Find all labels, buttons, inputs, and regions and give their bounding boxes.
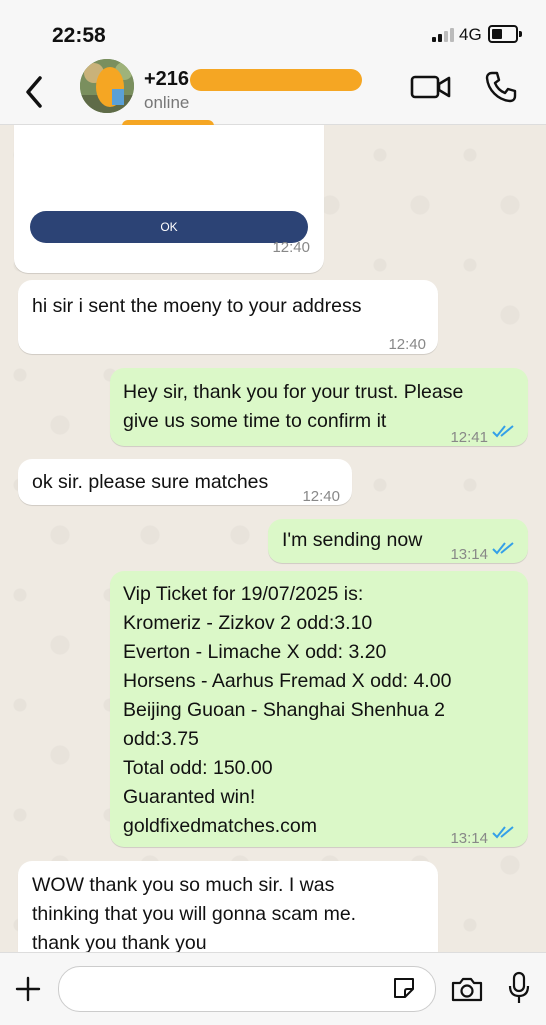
message-time: 13:27 (388, 943, 426, 952)
camera-icon[interactable] (450, 975, 484, 1003)
message-text: Hey sir, thank you for your trust. Pleas… (123, 381, 464, 403)
plus-icon[interactable] (14, 975, 42, 1003)
message-text: Everton - Limache X odd: 3.20 (123, 641, 387, 663)
double-check-icon (492, 425, 514, 438)
signal-icon (432, 28, 456, 42)
message-text: WOW thank you so much sir. I was (32, 874, 335, 896)
message-input[interactable] (58, 966, 436, 1012)
message-text: Kromeriz - Zizkov 2 odd:3.10 (123, 612, 373, 634)
message-bubble: ok sir. please sure matches 12:40 (18, 459, 352, 505)
redaction-mark (190, 69, 362, 91)
message-bubble: I'm sending now 13:14 (268, 519, 528, 563)
double-check-icon (492, 826, 514, 839)
message-text: odd:3.75 (123, 728, 199, 750)
chevron-left-icon[interactable] (20, 72, 48, 112)
contact-name[interactable]: +216 (144, 68, 189, 91)
message-bubble: WOW thank you so much sir. I was thinkin… (18, 861, 438, 952)
message-time: 13:14 (450, 546, 488, 563)
sticker-icon[interactable] (391, 975, 417, 1001)
chat-area[interactable]: OK 12:40 hi sir i sent the moeny to your… (0, 125, 546, 952)
message-text: Total odd: 150.00 (123, 757, 273, 779)
message-text: Horsens - Aarhus Fremad X odd: 4.00 (123, 670, 452, 692)
ok-button[interactable]: OK (30, 211, 308, 243)
composer-bar (0, 952, 546, 1025)
message-text: give us some time to confirm it (123, 410, 387, 432)
message-bubble: hi sir i sent the moeny to your address … (18, 280, 438, 354)
message-text: I'm sending now (282, 529, 423, 551)
message-text: Vip Ticket for 19/07/2025 is: (123, 583, 364, 605)
message-time: 12:40 (388, 336, 426, 353)
message-text: Guaranted win! (123, 786, 256, 808)
message-text: ok sir. please sure matches (32, 471, 269, 493)
message-time: 12:40 (302, 488, 340, 505)
message-time: 12:41 (450, 429, 488, 446)
phone-icon[interactable] (484, 70, 518, 104)
message-text: hi sir i sent the moeny to your address (32, 295, 362, 317)
message-text: thank you thank you (32, 932, 207, 952)
message-time: 13:14 (450, 830, 488, 847)
message-time: 12:40 (272, 239, 310, 256)
status-bar: 22:58 4G (0, 0, 546, 62)
message-bubble: OK 12:40 (14, 125, 324, 273)
chat-header: +216 online (0, 59, 546, 132)
network-type: 4G (459, 25, 482, 44)
message-text: goldfixedmatches.com (123, 815, 318, 837)
battery-icon (488, 25, 522, 43)
microphone-icon[interactable] (508, 971, 530, 1005)
presence-status: online (144, 93, 190, 112)
message-bubble: Vip Ticket for 19/07/2025 is: Kromeriz -… (110, 571, 528, 847)
video-camera-icon[interactable] (410, 72, 452, 102)
avatar[interactable] (80, 59, 134, 113)
message-text: Beijing Guoan - Shanghai Shenhua 2 (123, 699, 445, 721)
double-check-icon (492, 542, 514, 555)
message-bubble: Hey sir, thank you for your trust. Pleas… (110, 368, 528, 446)
message-text: thinking that you will gonna scam me. (32, 903, 357, 925)
status-time: 22:58 (52, 24, 106, 47)
